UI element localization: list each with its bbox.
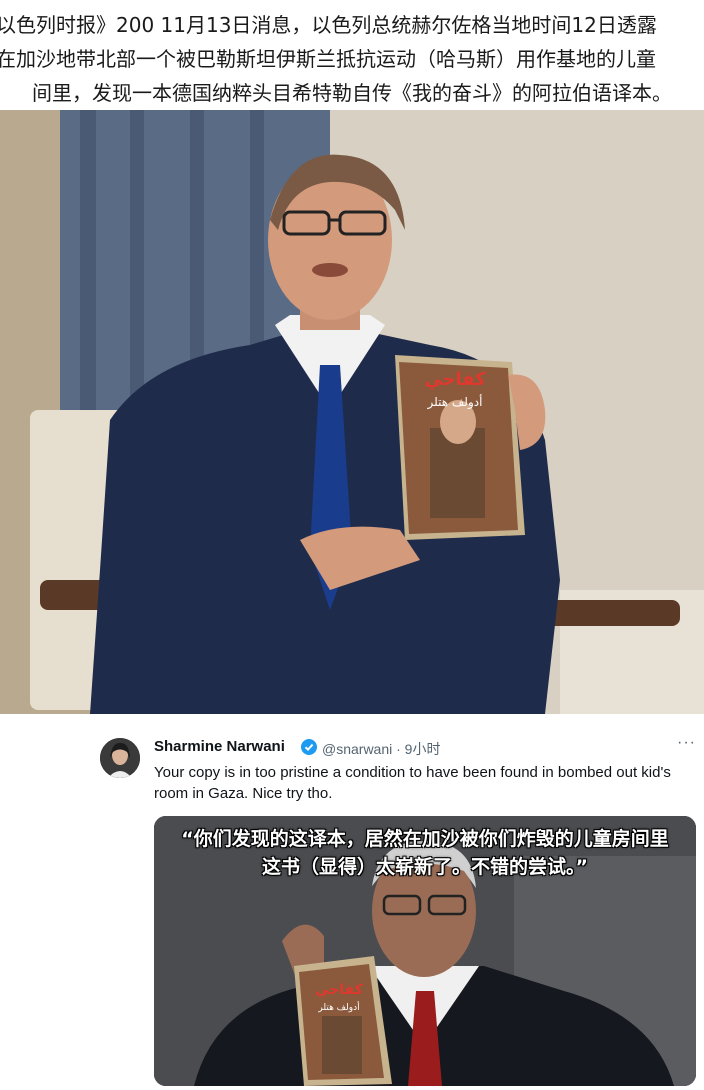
herzog-photo: كفاحي أدولف هتلر xyxy=(0,110,704,714)
news-line-1: 以色列时报》200 11月13日消息，以色列总统赫尔佐格当地时间12日透露 xyxy=(0,13,657,37)
news-text-block: 以色列时报》200 11月13日消息，以色列总统赫尔佐格当地时间12日透露 在加… xyxy=(0,0,704,108)
verified-badge-icon xyxy=(301,739,317,755)
media-book-author-arabic: أدولف هتلر xyxy=(317,1001,359,1013)
book-author-arabic: أدولف هتلر xyxy=(427,394,483,410)
news-line-2: 在加沙地带北部一个被巴勒斯坦伊斯兰抵抗运动（哈马斯）用作基地的儿童 xyxy=(0,47,656,71)
tweet-author-name[interactable]: Sharmine Narwani xyxy=(154,738,285,755)
avatar-image xyxy=(100,738,140,778)
tweet-card[interactable]: Sharmine Narwani @snarwani · 9小时 ··· You… xyxy=(84,724,704,1090)
tweet-text: Your copy is in too pristine a condition… xyxy=(154,764,671,802)
more-options-icon[interactable]: ··· xyxy=(677,734,696,752)
tweet-media-image[interactable]: كفاحي أدولف هتلر “你们发现的这译本，居然在加沙被你们炸毁的儿童… xyxy=(154,816,696,1086)
media-book-title-arabic: كفاحي xyxy=(315,982,364,998)
news-line-3: 间里，发现一本德国纳粹头目希特勒自传《我的奋斗》的阿拉伯语译本。 xyxy=(32,81,672,105)
media-caption-line-2: 这书（显得）太崭新了。不错的尝试。” xyxy=(262,856,588,878)
book-title-arabic: كفاحي xyxy=(424,369,486,390)
herzog-photo-illustration: كفاحي أدولف هتلر xyxy=(0,110,704,714)
avatar[interactable] xyxy=(100,738,140,778)
media-caption-line-1: “你们发现的这译本，居然在加沙被你们炸毁的儿童房间里 xyxy=(181,828,669,850)
tweet-handle-time[interactable]: @snarwani · 9小时 xyxy=(322,739,440,759)
